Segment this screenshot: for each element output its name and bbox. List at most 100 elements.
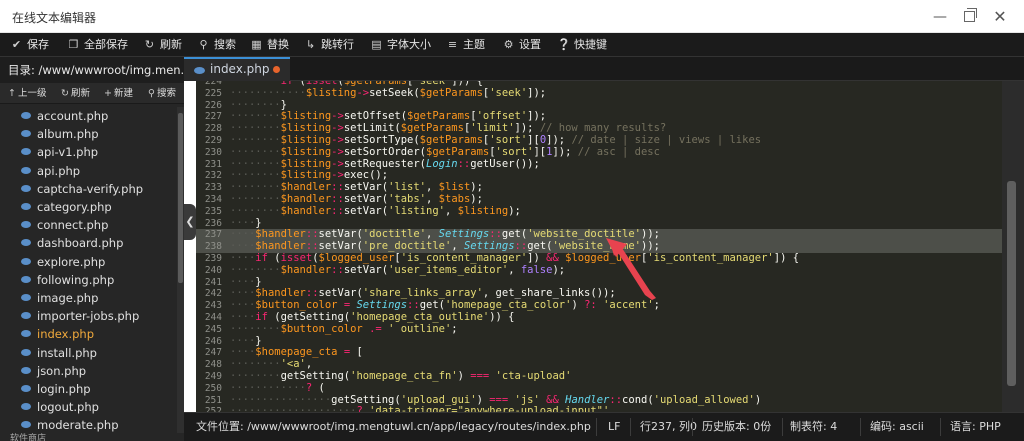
code-token: 'data-trigger="anywhere-upload-input"' <box>369 405 610 412</box>
file-item[interactable]: following.php <box>0 271 177 289</box>
cursor-position[interactable]: 行237, 列0 <box>640 413 697 441</box>
code-line[interactable]: 240 ········$handler::setVar('user_items_… <box>196 263 1002 277</box>
editor-scrollbar[interactable] <box>1002 81 1024 412</box>
code-token: ]); <box>527 110 547 123</box>
line-number: 249 <box>204 371 222 382</box>
php-file-icon <box>21 384 31 393</box>
code-token: 'website_name' <box>552 240 642 253</box>
file-item[interactable]: login.php <box>0 380 177 398</box>
theme-button[interactable]: ≡ 主题 <box>446 33 485 57</box>
file-item[interactable]: install.php <box>0 344 177 362</box>
file-item[interactable]: captcha-verify.php <box>0 180 177 198</box>
line-number: 231 <box>204 158 222 170</box>
line-number: 226 <box>204 99 222 111</box>
code-token: :: <box>514 240 528 253</box>
line-number: 247 <box>204 347 222 359</box>
font-size-button[interactable]: ▤ 字体大小 <box>370 33 431 57</box>
line-number: 245 <box>204 323 222 335</box>
file-item[interactable]: moderate.php <box>0 416 177 434</box>
code-token: -> <box>331 157 344 170</box>
file-item[interactable]: image.php <box>0 289 177 307</box>
code-token: $handler <box>255 240 306 253</box>
file-item[interactable]: album.php <box>0 125 177 143</box>
history-versions[interactable]: 历史版本: 0份 <box>702 413 771 441</box>
code-token: setVar( <box>343 204 389 217</box>
file-name: category.php <box>37 200 112 214</box>
code-token: 'seek' <box>489 86 528 99</box>
code-token: $listing <box>305 86 357 99</box>
file-item[interactable]: json.php <box>0 362 177 380</box>
code-token: if <box>255 252 268 264</box>
code-token: $button_color <box>255 299 338 312</box>
sidebar-scrollbar[interactable] <box>177 107 184 441</box>
code-line[interactable]: 225 ············$listing->setSeek($getPar… <box>196 86 1002 100</box>
code-token: -> <box>331 122 344 135</box>
code-token: ········ <box>230 193 281 205</box>
shortcuts-button[interactable]: ❔ 快捷键 <box>557 33 607 57</box>
info-icon: ❔ <box>557 38 571 51</box>
plus-icon: + <box>104 88 112 99</box>
code-line[interactable]: 235 ········$handler::setVar('listing', $… <box>196 204 1002 218</box>
line-number: 229 <box>204 135 222 146</box>
collapse-sidebar-button[interactable]: ❮ <box>184 204 196 240</box>
code-editor[interactable]: 224 ········if (isset($getParams['seek'])… <box>196 81 1002 412</box>
code-token: ( <box>267 252 281 264</box>
file-item[interactable]: dashboard.php <box>0 234 177 252</box>
goto-line-button[interactable]: ↳ 跳转行 <box>304 33 354 57</box>
theme-icon: ≡ <box>447 38 458 51</box>
parent-dir-button[interactable]: ↑ 上一级 <box>8 83 46 104</box>
sidebar-refresh-button[interactable]: ↻ 刷新 <box>61 83 90 104</box>
php-file-icon <box>21 311 31 320</box>
code-token: // how many results? <box>539 122 667 135</box>
file-item[interactable]: connect.php <box>0 216 177 234</box>
php-file-icon <box>21 147 31 156</box>
tab-index-php[interactable]: index.php <box>184 57 290 81</box>
code-token: 'website_doctitle' <box>527 228 641 241</box>
new-file-button[interactable]: + 新建 <box>104 83 133 104</box>
php-file-icon <box>21 220 31 229</box>
code-line[interactable]: 245 ········$button_color .= ' outline'; <box>196 323 1002 336</box>
file-name: account.php <box>37 109 109 123</box>
code-token: ···· <box>230 240 256 253</box>
language[interactable]: 语言: PHP <box>950 413 1001 441</box>
php-file-icon <box>21 202 31 211</box>
file-item[interactable]: account.php <box>0 107 177 125</box>
line-ending[interactable]: LF <box>608 413 620 441</box>
file-item[interactable]: logout.php <box>0 398 177 416</box>
refresh-icon: ↻ <box>144 38 155 51</box>
file-item[interactable]: importer-jobs.php <box>0 307 177 325</box>
font-size-icon: ▤ <box>371 38 382 51</box>
file-item[interactable]: api-v1.php <box>0 143 177 161</box>
file-item[interactable]: index.php <box>0 325 177 343</box>
settings-button[interactable]: ⚙ 设置 <box>502 33 541 57</box>
code-token: ···· <box>230 346 256 359</box>
file-item[interactable]: explore.php <box>0 253 177 271</box>
tab-bar: index.php <box>184 57 1024 81</box>
software-store-link[interactable]: 软件商店 <box>0 433 184 441</box>
maximize-button[interactable] <box>956 6 982 28</box>
close-button[interactable]: ✕ <box>987 6 1013 28</box>
tab-size[interactable]: 制表符: 4 <box>790 413 837 441</box>
search-button[interactable]: ⚲ 搜索 <box>197 33 236 57</box>
code-token: $listing <box>280 169 332 182</box>
sidebar-scroll-thumb[interactable] <box>178 113 183 283</box>
code-token: , <box>426 228 439 241</box>
minimize-button[interactable]: — <box>927 6 953 28</box>
file-item[interactable]: category.php <box>0 198 177 216</box>
code-token: $handler <box>280 181 332 194</box>
encoding[interactable]: 编码: ascii <box>870 413 924 441</box>
editor-scroll-thumb[interactable] <box>1007 181 1016 386</box>
code-token: $getParams <box>400 122 464 135</box>
code-token: ···· <box>230 287 256 300</box>
search-icon: ⚲ <box>148 88 155 99</box>
file-item[interactable]: api.php <box>0 162 177 180</box>
sidebar-search-button[interactable]: ⚲ 搜索 <box>148 83 176 104</box>
save-all-button[interactable]: ❐ 全部保存 <box>67 33 128 57</box>
code-line[interactable]: 247 ····$homepage_cta = [ <box>196 346 1002 359</box>
replace-button[interactable]: ▦ 替换 <box>250 33 289 57</box>
code-token: false <box>520 263 553 276</box>
code-token: ][ <box>527 134 540 146</box>
arrow-up-icon: ↑ <box>8 88 16 99</box>
save-button[interactable]: ✔ 保存 <box>10 33 49 57</box>
refresh-button[interactable]: ↻ 刷新 <box>143 33 182 57</box>
